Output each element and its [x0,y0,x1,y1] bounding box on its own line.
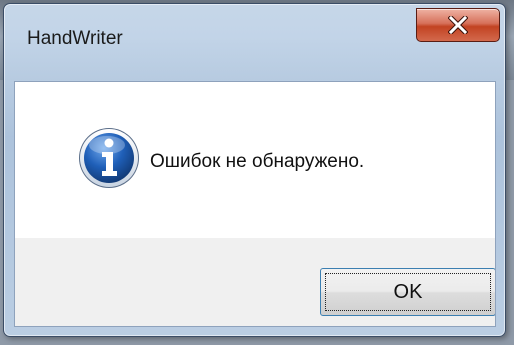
message-text: Ошибок не обнаружено. [150,151,365,172]
message-area: Ошибок не обнаружено. [15,82,495,238]
close-icon [448,16,468,34]
button-area: OK [15,238,495,326]
close-button[interactable] [416,8,500,42]
ok-button[interactable]: OK [320,268,495,316]
dialog-body: Ошибок не обнаружено. OK [14,81,496,327]
info-icon [79,128,139,188]
title-bar[interactable]: HandWriter [4,4,505,74]
message-dialog: HandWriter Ошибок не обнаружено. OK [3,3,506,337]
window-title: HandWriter [27,28,123,49]
